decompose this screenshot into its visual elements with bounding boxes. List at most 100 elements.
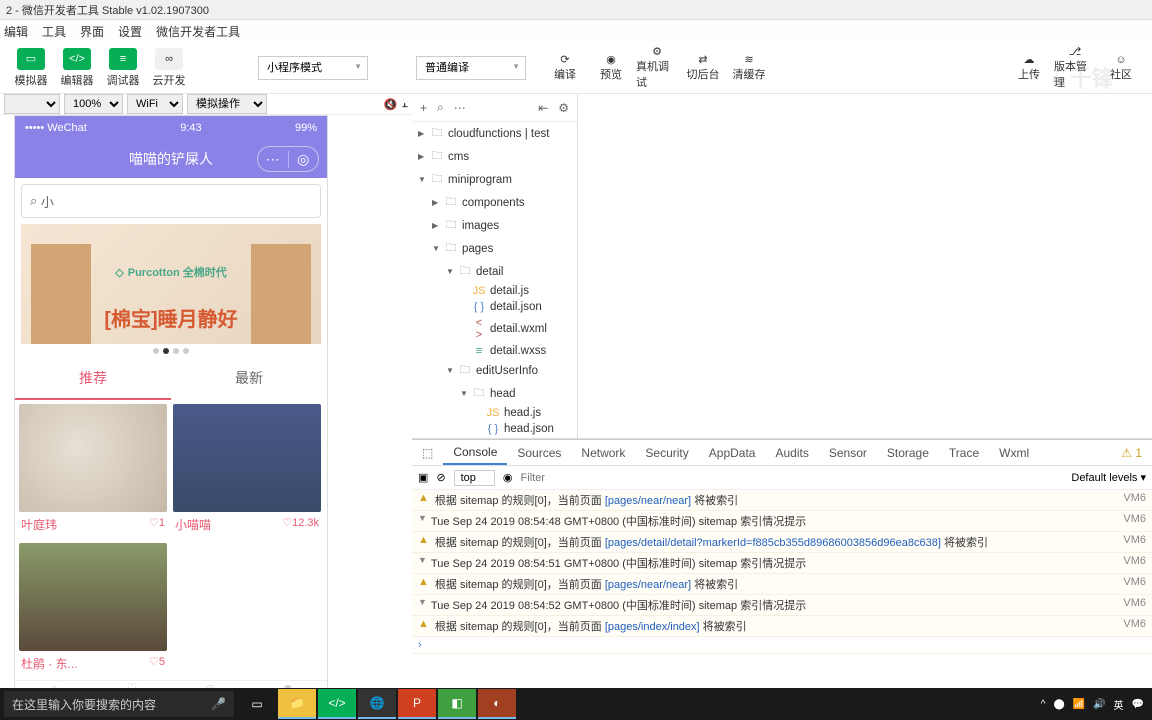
debugger-button[interactable]: ≡调试器 [102, 48, 144, 88]
dt-tab-network[interactable]: Network [571, 440, 635, 465]
dt-tab-appdata[interactable]: AppData [699, 440, 766, 465]
tree-file[interactable]: ≡detail.wxss [412, 343, 577, 359]
content-grid[interactable]: 叶庭玮♡1 小喵喵♡12.3k 杜鹃 · 东...♡5 [15, 400, 327, 680]
compile-mode-select[interactable]: 普通编译 [416, 56, 526, 80]
dt-tab-security[interactable]: Security [635, 440, 698, 465]
mic-icon: 🎤 [211, 697, 226, 711]
code-area[interactable] [578, 94, 1152, 438]
chrome-icon[interactable]: 🌐 [358, 689, 396, 719]
simulator-button[interactable]: ▭模拟器 [10, 48, 52, 88]
content-tabs: 推荐 最新 [15, 358, 327, 400]
tree-folder[interactable]: ▶🗀cms [412, 145, 577, 168]
menu-interface[interactable]: 界面 [80, 23, 104, 40]
dt-tab-sensor[interactable]: Sensor [819, 440, 877, 465]
search-input[interactable]: ⌕ 小 [21, 184, 321, 218]
clear-button[interactable]: ≋清缓存 [728, 48, 770, 88]
card-item[interactable]: 叶庭玮♡1 [19, 404, 167, 537]
tree-folder[interactable]: ▼🗀head [412, 382, 577, 405]
dt-tab-audits[interactable]: Audits [765, 440, 818, 465]
switch-icon: ⇄ [698, 53, 707, 66]
sim-controls: 100% WiFi 模拟操作 🔇 ⫠ [0, 94, 412, 115]
devtools-app-icon[interactable]: </> [318, 689, 356, 719]
device-select[interactable] [4, 94, 60, 114]
tree-file[interactable]: < >detail.wxml [412, 315, 577, 343]
menu-tools[interactable]: 工具 [42, 23, 66, 40]
preview-button[interactable]: ◉预览 [590, 48, 632, 88]
mock-select[interactable]: 模拟操作 [187, 94, 267, 114]
battery-label: 99% [295, 122, 317, 134]
search-file-icon[interactable]: ⌕ [437, 100, 444, 115]
menu-edit[interactable]: 编辑 [4, 23, 28, 40]
tree-folder[interactable]: ▶🗀components [412, 191, 577, 214]
settings-icon[interactable]: ⚙ [558, 101, 569, 115]
watermark: ◐ 千锋 [1022, 52, 1142, 102]
task-view-icon[interactable]: ▭ [238, 689, 276, 719]
editor-button[interactable]: </>编辑器 [56, 48, 98, 88]
tray-icon[interactable]: ⬤ [1053, 699, 1064, 710]
tab-recommend[interactable]: 推荐 [15, 358, 171, 400]
system-tray: ^ ⬤ 📶 🔊 英 💬 [1041, 697, 1152, 712]
tree-file[interactable]: JShead.js [412, 405, 577, 421]
collapse-icon[interactable]: ⇤ [538, 101, 548, 115]
remote-button[interactable]: ⚙真机调试 [636, 48, 678, 88]
volume-icon[interactable]: 🔊 [1093, 699, 1105, 710]
notifications-icon[interactable]: 💬 [1132, 699, 1144, 710]
card-item[interactable]: 小喵喵♡12.3k [173, 404, 321, 537]
tree-file[interactable]: { }detail.json [412, 299, 577, 315]
taskbar-search[interactable]: 在这里输入你要搜索的内容🎤 [4, 691, 234, 717]
tree-folder[interactable]: ▶🗀images [412, 214, 577, 237]
eye-icon[interactable]: ◉ [503, 471, 513, 484]
cloud-button[interactable]: ∞云开发 [148, 48, 190, 88]
compile-button[interactable]: ⟳编译 [544, 48, 586, 88]
zoom-select[interactable]: 100% [64, 94, 123, 114]
file-tree[interactable]: + ⌕ ⋯ ⇤ ⚙ ▶🗀cloudfunctions | test▶🗀cms▼🗀… [412, 94, 578, 438]
more-icon[interactable]: ⋯ [454, 101, 466, 115]
log-line: ▲根据 sitemap 的规则[0]，当前页面 [pages/near/near… [412, 574, 1152, 595]
background-button[interactable]: ⇄切后台 [682, 48, 724, 88]
tree-folder[interactable]: ▼🗀pages [412, 237, 577, 260]
banner[interactable]: ◇ Purcotton 全棉时代 [棉宝]睡月静好 [21, 224, 321, 344]
menu-settings[interactable]: 设置 [118, 23, 142, 40]
tree-file[interactable]: < >head.wxml [412, 437, 577, 438]
tree-toolbar: + ⌕ ⋯ ⇤ ⚙ [412, 94, 577, 122]
tree-file[interactable]: JSdetail.js [412, 283, 577, 299]
tree-folder[interactable]: ▼🗀miniprogram [412, 168, 577, 191]
context-select[interactable]: top [454, 470, 495, 486]
titlebar: 2 - 微信开发者工具 Stable v1.02.1907300 [0, 0, 1152, 20]
powerpoint-icon[interactable]: P [398, 689, 436, 719]
add-file-icon[interactable]: + [420, 101, 427, 115]
levels-select[interactable]: Default levels ▾ [1071, 471, 1146, 484]
inspector-icon[interactable]: ⬚ [412, 440, 443, 465]
dt-tab-sources[interactable]: Sources [507, 440, 571, 465]
lang-indicator[interactable]: 英 [1114, 697, 1124, 712]
dt-tab-wxml[interactable]: Wxml [989, 440, 1039, 465]
tray-icon[interactable]: ^ [1041, 699, 1046, 710]
tab-newest[interactable]: 最新 [171, 358, 327, 400]
clear-icon[interactable]: ⊘ [436, 471, 445, 484]
simulator-pane: 100% WiFi 模拟操作 🔇 ⫠ ••••• WeChat 9:43 99%… [0, 94, 412, 664]
banner-person-right [251, 244, 311, 344]
menu-devtools[interactable]: 微信开发者工具 [156, 23, 240, 40]
dt-tab-storage[interactable]: Storage [877, 440, 939, 465]
console-output[interactable]: ▲根据 sitemap 的规则[0]，当前页面 [pages/near/near… [412, 490, 1152, 664]
app-icon[interactable]: ◧ [438, 689, 476, 719]
card-item[interactable]: 杜鹃 · 东...♡5 [19, 543, 167, 676]
dt-tab-trace[interactable]: Trace [939, 440, 989, 465]
detach-icon[interactable]: ⫠ [401, 98, 408, 111]
tree-folder[interactable]: ▼🗀detail [412, 260, 577, 283]
tree-file[interactable]: { }head.json [412, 421, 577, 437]
app-icon[interactable]: ◐ [478, 689, 516, 719]
log-line: ▼Tue Sep 24 2019 08:54:48 GMT+0800 (中国标准… [412, 511, 1152, 532]
network-select[interactable]: WiFi [127, 94, 183, 114]
dt-tab-console[interactable]: Console [443, 440, 507, 465]
wifi-icon[interactable]: 📶 [1073, 699, 1085, 710]
dt-warning-badge[interactable]: ⚠ 1 [1111, 440, 1152, 465]
tree-folder[interactable]: ▶🗀cloudfunctions | test [412, 122, 577, 145]
mode-select[interactable]: 小程序模式 [258, 56, 368, 80]
capsule-menu[interactable]: ⋯◎ [257, 146, 319, 172]
explorer-icon[interactable]: 📁 [278, 689, 316, 719]
mute-icon[interactable]: 🔇 [384, 98, 398, 111]
toggle-icon[interactable]: ▣ [418, 471, 428, 484]
tree-folder[interactable]: ▼🗀editUserInfo [412, 359, 577, 382]
filter-input[interactable] [521, 472, 1064, 484]
